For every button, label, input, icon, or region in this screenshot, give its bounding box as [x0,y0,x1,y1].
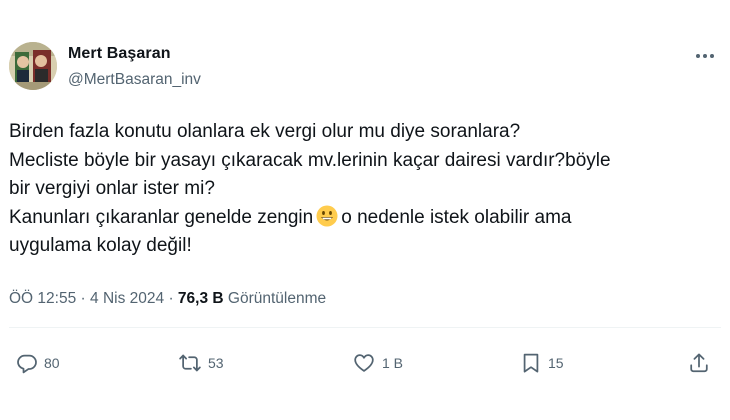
reply-button[interactable]: 80 [16,345,60,381]
more-options-icon[interactable] [693,48,717,64]
views-count: 76,3 B [177,290,224,307]
tweet-time[interactable]: ÖÖ 12:55 [9,290,76,307]
tweet-meta: ÖÖ 12:55 · 4 Nis 2024 · 76,3 B Görüntüle… [9,290,326,308]
tweet-line: uygulama kolay değil! [9,235,192,256]
heart-icon [354,354,374,372]
tweet-date[interactable]: 4 Nis 2024 [90,290,164,307]
user-handle[interactable]: @MertBasaran_inv [68,71,201,89]
grinning-face-icon [316,205,338,227]
profile-photo-icon [9,42,57,90]
reply-count: 80 [44,355,60,371]
meta-separator: · [80,290,86,307]
tweet-text: Birden fazla konutu olanlara ek vergi ol… [9,118,721,261]
like-button[interactable]: 1 B [352,345,403,381]
tweet-line: Mecliste böyle bir yasayı çıkaracak mv.l… [9,149,611,171]
avatar[interactable] [9,42,57,90]
tweet-line: Birden fazla konutu olanlara ek vergi ol… [9,121,521,142]
tweet-line: bir vergiyi onlar ister mi? [9,178,215,199]
meta-separator: · [168,290,174,307]
display-name[interactable]: Mert Başaran [68,45,171,63]
divider [9,327,721,328]
reply-icon [17,354,37,374]
tweet-line-part: Kanunları çıkaranlar genelde zengin [9,206,314,228]
retweet-count: 53 [208,355,224,371]
tweet-line-part: o nedenle istek olabilir ama [341,206,572,228]
bookmark-button[interactable]: 15 [520,345,564,381]
retweet-button[interactable]: 53 [178,345,224,381]
bookmark-count: 15 [548,355,564,371]
views-label: Görüntülenme [227,290,327,307]
bookmark-icon [523,353,539,373]
action-bar: 80 53 1 B 15 [0,345,730,381]
tweet-line-with-emoji: Kanunları çıkaranlar genelde zengin o ne… [9,204,721,233]
tweet-card: Mert Başaran @MertBasaran_inv Birden faz… [0,0,730,420]
share-icon [690,353,708,373]
share-button[interactable] [688,345,710,381]
retweet-icon [179,354,201,372]
like-count: 1 B [382,355,404,371]
